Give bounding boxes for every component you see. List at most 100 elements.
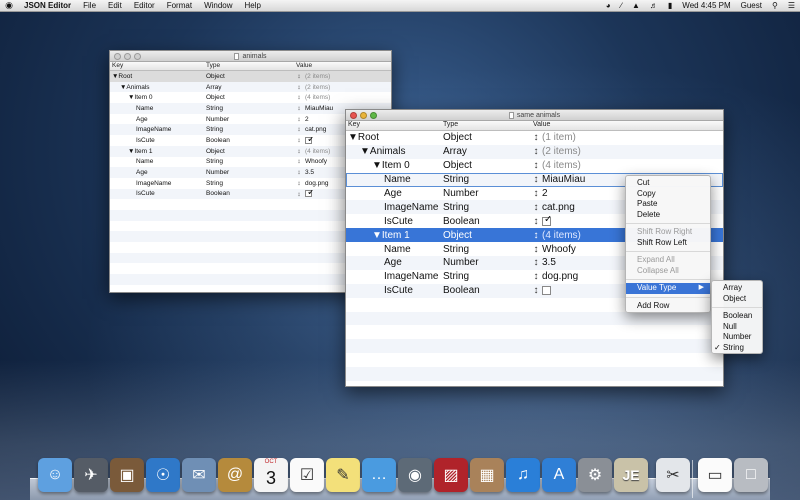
menubar-user[interactable]: Guest bbox=[736, 1, 767, 10]
row-type[interactable]: Object bbox=[206, 148, 296, 155]
row-key[interactable]: IsCute bbox=[346, 285, 443, 296]
type-stepper-icon[interactable]: ↕ bbox=[533, 216, 539, 227]
table-row[interactable]: ▼Animals Array ↕ (2 items) bbox=[110, 81, 391, 93]
menubar-clock[interactable]: Wed 4:45 PM bbox=[677, 1, 735, 10]
type-stepper-icon[interactable]: ↕ bbox=[533, 257, 539, 268]
menu-item-cut[interactable]: Cut bbox=[626, 178, 710, 189]
minimize-button[interactable] bbox=[360, 112, 367, 119]
row-type[interactable]: String bbox=[206, 180, 296, 187]
type-stepper-icon[interactable]: ↕ bbox=[533, 271, 539, 282]
column-header-type[interactable]: Type bbox=[443, 121, 533, 130]
row-key[interactable]: ▼Item 1 bbox=[346, 230, 443, 241]
row-type[interactable]: Array bbox=[206, 84, 296, 91]
type-stepper-icon[interactable]: ↕ bbox=[296, 126, 302, 133]
row-key[interactable]: ImageName bbox=[110, 126, 206, 133]
row-type[interactable]: String bbox=[443, 174, 533, 185]
preview-icon[interactable]: ✂ bbox=[656, 458, 690, 492]
row-type[interactable]: Object bbox=[206, 73, 296, 80]
is-cute-checkbox[interactable]: ✓ bbox=[305, 190, 315, 198]
row-type[interactable]: String bbox=[206, 158, 296, 165]
table-row[interactable]: ▼Item 0 Object ↕ (4 items) bbox=[110, 92, 391, 103]
row-type[interactable]: Number bbox=[443, 188, 533, 199]
row-key[interactable]: ImageName bbox=[346, 271, 443, 282]
type-stepper-icon[interactable]: ↕ bbox=[296, 180, 302, 187]
row-value[interactable]: ↕ (2 items) bbox=[296, 84, 391, 91]
row-type[interactable]: Object bbox=[206, 94, 296, 101]
submenu-item-boolean[interactable]: Boolean bbox=[712, 311, 762, 322]
row-type[interactable]: Object bbox=[443, 132, 533, 143]
row-key[interactable]: ImageName bbox=[110, 180, 206, 187]
submenu-item-array[interactable]: Array bbox=[712, 283, 762, 294]
type-stepper-icon[interactable]: ↕ bbox=[533, 202, 539, 213]
row-key[interactable]: Age bbox=[110, 116, 206, 123]
row-type[interactable]: String bbox=[443, 202, 533, 213]
row-key[interactable]: ▼Item 1 bbox=[110, 148, 206, 155]
row-key[interactable]: IsCute bbox=[346, 216, 443, 227]
row-key[interactable]: Name bbox=[346, 174, 443, 185]
row-key[interactable]: Age bbox=[346, 257, 443, 268]
photo-booth-icon[interactable]: ▨ bbox=[434, 458, 468, 492]
row-type[interactable]: Boolean bbox=[443, 216, 533, 227]
type-stepper-icon[interactable]: ↕ bbox=[533, 174, 539, 185]
type-stepper-icon[interactable]: ↕ bbox=[533, 230, 539, 241]
row-type[interactable]: Number bbox=[443, 257, 533, 268]
row-value[interactable]: ↕ (1 item) bbox=[533, 132, 723, 143]
close-button[interactable] bbox=[114, 53, 121, 60]
mail-icon[interactable]: ✉ bbox=[182, 458, 216, 492]
table-row[interactable]: ▼Root Object ↕ (2 items) bbox=[110, 71, 391, 82]
row-key[interactable]: ▼Animals bbox=[346, 146, 443, 157]
row-value[interactable]: ↕ (2 items) bbox=[296, 73, 391, 80]
iphoto-icon[interactable]: ▦ bbox=[470, 458, 504, 492]
column-header-type[interactable]: Type bbox=[206, 62, 296, 70]
row-key[interactable]: IsCute bbox=[110, 190, 206, 197]
type-stepper-icon[interactable]: ↕ bbox=[296, 73, 302, 80]
trash-icon[interactable]: □ bbox=[734, 458, 768, 492]
row-type[interactable]: Number bbox=[206, 169, 296, 176]
row-type[interactable]: String bbox=[206, 105, 296, 112]
row-key[interactable]: ▼Animals bbox=[110, 84, 206, 91]
row-value[interactable]: ↕ (4 items) bbox=[296, 94, 391, 101]
is-cute-checkbox[interactable]: ✓ bbox=[305, 136, 315, 144]
launchpad-icon[interactable]: ✈ bbox=[74, 458, 108, 492]
notification-center-icon[interactable]: ☰ bbox=[783, 1, 800, 10]
window-titlebar[interactable]: animals bbox=[110, 51, 391, 62]
row-type[interactable]: Boolean bbox=[206, 137, 296, 144]
type-stepper-icon[interactable]: ↕ bbox=[533, 160, 539, 171]
row-value[interactable]: ↕ (4 items) bbox=[533, 160, 723, 171]
messages-icon[interactable]: … bbox=[362, 458, 396, 492]
apple-menu-icon[interactable]: ◉ bbox=[0, 0, 18, 11]
menu-editor[interactable]: Editor bbox=[128, 1, 161, 10]
window-titlebar[interactable]: same animals bbox=[346, 110, 723, 121]
submenu-item-string[interactable]: String ✓ bbox=[712, 343, 762, 354]
row-type[interactable]: String bbox=[206, 126, 296, 133]
submenu-item-null[interactable]: Null bbox=[712, 322, 762, 333]
safari-icon[interactable]: ☉ bbox=[146, 458, 180, 492]
menu-app-name[interactable]: JSON Editor bbox=[18, 1, 77, 10]
type-stepper-icon[interactable]: ↕ bbox=[296, 169, 302, 176]
row-type[interactable]: String bbox=[443, 244, 533, 255]
row-type[interactable]: String bbox=[443, 271, 533, 282]
type-stepper-icon[interactable]: ↕ bbox=[533, 188, 539, 199]
menu-item-copy[interactable]: Copy bbox=[626, 189, 710, 200]
wifi-icon[interactable]: ▲ bbox=[627, 1, 645, 10]
finder-icon[interactable]: ☺ bbox=[38, 458, 72, 492]
menu-item-value-type[interactable]: Value Type ▶ bbox=[626, 283, 710, 294]
row-key[interactable]: Age bbox=[346, 188, 443, 199]
table-row[interactable]: ▼Item 0 Object ↕ (4 items) bbox=[346, 159, 723, 173]
bluetooth-icon[interactable]: ∕ bbox=[616, 1, 627, 10]
row-key[interactable]: ▼Root bbox=[346, 132, 443, 143]
row-key[interactable]: IsCute bbox=[110, 137, 206, 144]
row-type[interactable]: Array bbox=[443, 146, 533, 157]
type-stepper-icon[interactable]: ↕ bbox=[296, 158, 302, 165]
row-key[interactable]: ▼Item 0 bbox=[346, 160, 443, 171]
type-stepper-icon[interactable]: ↕ bbox=[296, 94, 302, 101]
calendar-icon[interactable]: OCT 3 bbox=[254, 458, 288, 492]
row-type[interactable]: Boolean bbox=[206, 190, 296, 197]
type-stepper-icon[interactable]: ↕ bbox=[296, 191, 302, 198]
reminders-icon[interactable]: ☑ bbox=[290, 458, 324, 492]
menu-edit[interactable]: Edit bbox=[102, 1, 128, 10]
row-type[interactable]: Object bbox=[443, 230, 533, 241]
row-key[interactable]: Name bbox=[110, 105, 206, 112]
menu-item-shift-row-left[interactable]: Shift Row Left bbox=[626, 238, 710, 249]
json-editor-icon[interactable]: JE bbox=[614, 458, 648, 492]
